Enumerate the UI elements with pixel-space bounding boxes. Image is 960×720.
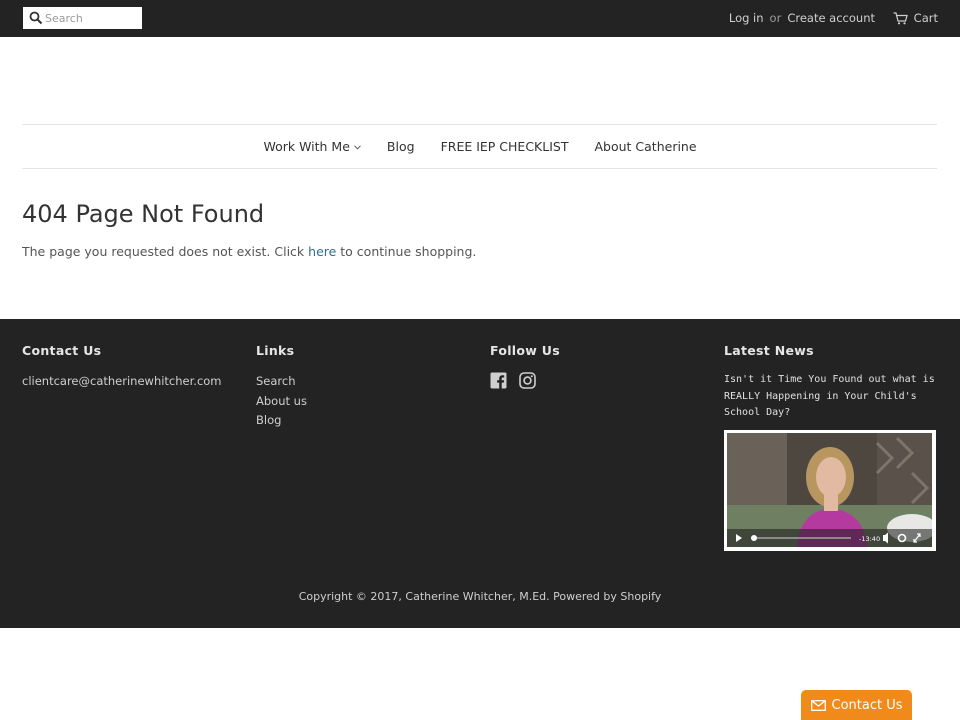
cart-label: Cart (913, 11, 938, 25)
contact-us-widget-button[interactable]: Contact Us (801, 690, 912, 720)
footer-contact-column: Contact Us clientcare@catherinewhitcher.… (22, 343, 222, 392)
create-account-link[interactable]: Create account (787, 11, 875, 25)
nav-bottom-divider (22, 168, 937, 169)
footer-links-column: Links Search About us Blog (256, 343, 307, 431)
or-separator: or (769, 11, 782, 25)
login-link[interactable]: Log in (729, 11, 764, 25)
instagram-icon[interactable] (519, 372, 536, 389)
page-title: 404 Page Not Found (22, 200, 265, 228)
cart-icon (893, 11, 908, 24)
envelope-icon (810, 699, 826, 711)
footer-news-heading: Latest News (724, 343, 814, 358)
news-video[interactable]: -13:40 (724, 429, 936, 551)
nav-item-blog[interactable]: Blog (387, 139, 415, 154)
footer-follow-column: Follow Us (490, 343, 560, 389)
footer: Contact Us clientcare@catherinewhitcher.… (0, 319, 960, 628)
nav-item-label: FREE IEP CHECKLIST (440, 139, 569, 154)
footer-link-blog[interactable]: Blog (256, 411, 307, 431)
account-links: Log in or Create account (729, 11, 875, 25)
nav-item-work-with-me[interactable]: Work With Me (263, 139, 361, 154)
search-box[interactable] (23, 7, 142, 29)
video-thumbnail: -13:40 (727, 432, 932, 547)
footer-news-column: Latest News Isn't it Time You Found out … (724, 343, 938, 551)
news-post-title[interactable]: Isn't it Time You Found out what is REAL… (724, 372, 938, 422)
social-links (490, 372, 560, 389)
cart-link[interactable]: Cart (893, 11, 938, 25)
footer-links-heading: Links (256, 343, 295, 358)
continue-shopping-link[interactable]: here (308, 244, 336, 259)
contact-widget-label: Contact Us (831, 697, 903, 713)
nav-item-label: About Catherine (594, 139, 697, 154)
nav-item-label: Blog (386, 139, 415, 154)
facebook-icon[interactable] (490, 372, 507, 389)
copyright: Copyright © 2017, Catherine Whitcher, M.… (298, 590, 662, 603)
chevron-down-icon (354, 145, 361, 150)
video-time: -13:40 (859, 535, 880, 543)
contact-email[interactable]: clientcare@catherinewhitcher.com (22, 372, 222, 392)
nav-item-free-iep-checklist[interactable]: FREE IEP CHECKLIST (441, 139, 569, 154)
footer-link-about-us[interactable]: About us (256, 392, 307, 412)
message-text-after: to continue shopping. (336, 244, 477, 259)
video-frame[interactable]: -13:40 (727, 432, 932, 547)
footer-follow-heading: Follow Us (490, 343, 560, 358)
page-message: The page you requested does not exist. C… (22, 244, 476, 259)
top-bar: Log in or Create account Cart (0, 0, 960, 37)
search-input[interactable] (45, 7, 139, 29)
main-nav: Work With Me Blog FREE IEP CHECKLIST Abo… (0, 125, 960, 168)
nav-item-label: Work With Me (263, 139, 350, 154)
search-icon[interactable] (29, 11, 43, 25)
message-text-before: The page you requested does not exist. C… (22, 244, 309, 259)
footer-contact-heading: Contact Us (22, 343, 102, 358)
nav-item-about-catherine[interactable]: About Catherine (594, 139, 696, 154)
footer-link-search[interactable]: Search (256, 372, 307, 392)
